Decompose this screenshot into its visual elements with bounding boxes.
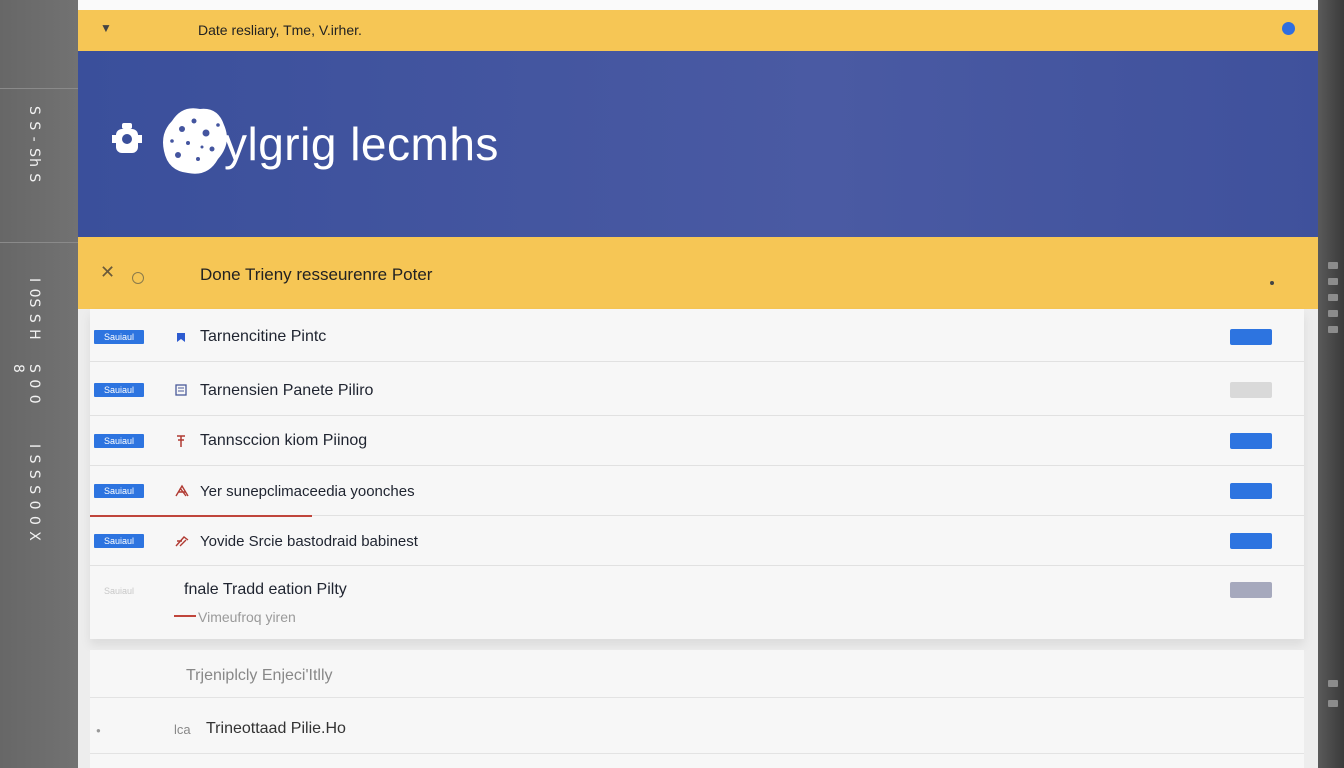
item-label: Yovide Srcie bastodraid babinest [200,533,418,550]
list-item[interactable]: Sauiaul Tannsccion kiom Piinog [90,416,1304,466]
pin-icon [174,434,188,448]
logo-mark-icon [163,108,227,174]
list-item[interactable]: Trjeniplcly Enjeci'Itlly [90,650,1304,698]
list-item[interactable]: Sauiaul Tarnensien Panete Piliro [90,362,1304,416]
scroll-knob[interactable] [1328,326,1338,333]
list-item[interactable]: Sauiaul Yer sunepclimaceedia yoonches [90,466,1304,517]
close-icon[interactable]: ✕ [100,263,115,281]
item-list: Sauiaul Tarnencitine Pintc Sauiaul Tarne… [90,309,1304,639]
toggle-switch[interactable] [1230,582,1272,598]
list-item[interactable]: Sauiaul Tarnencitine Pintc [90,309,1304,362]
scroll-knob[interactable] [1328,294,1338,301]
scroll-knob[interactable] [1328,278,1338,285]
item-label: Tarnencitine Pintc [200,328,327,345]
scroll-knob[interactable] [1328,700,1338,707]
item-tag: Sauiaul [94,383,144,397]
rail-label[interactable]: I 0S S H [22,278,42,354]
badge-icon [112,123,142,153]
item-sublabel: Vimeufroq yiren [198,609,296,625]
right-strip [1318,0,1344,768]
item-label: fnale Tradd eation Pilty [184,581,347,598]
item-label: Tarnensien Panete Piliro [200,382,374,399]
rail-divider [0,242,78,243]
rail-label[interactable]: S S - Sh S [22,106,42,230]
list-item[interactable]: ● lca Trineottaad Pilie.Ho [90,698,1304,754]
list-item[interactable]: Sauiaul Yovide Srcie bastodraid babinest [90,516,1304,566]
document-icon [174,383,188,397]
secondary-list: Trjeniplcly Enjeci'Itlly ● lca Trineotta… [90,650,1304,768]
hero-banner: ylgrig lecmhs [78,51,1318,237]
toggle-switch[interactable] [1230,533,1272,549]
item-label: Trineottaad Pilie.Ho [206,720,346,737]
brand-icon [174,534,189,548]
item-tag: Sauiaul [94,484,144,498]
page-title: ylgrig lecmhs [224,118,499,170]
scroll-knob[interactable] [1328,680,1338,687]
toggle-switch[interactable] [1230,483,1272,499]
top-edge [78,0,1318,10]
section-header: ✕ Done Trieny resseurenre Poter [78,237,1318,309]
brand-icon [174,484,189,498]
item-label: Tannsccion kiom Piinog [200,432,368,449]
list-item[interactable]: Sauiaul fnale Tradd eation Pilty Vimeufr… [90,566,1304,639]
bookmark-icon [174,330,188,344]
status-dot-icon[interactable] [1282,22,1295,35]
breadcrumb: Date resliary, Tme, V.irher. [198,22,362,38]
item-label: Yer sunepclimaceedia yoonches [200,483,415,500]
item-tag: Sauiaul [94,330,144,344]
item-tag: Sauiaul [103,586,135,596]
item-tag: Sauiaul [94,434,144,448]
main-panel: ▼ Date resliary, Tme, V.irher. ylgrig le… [78,0,1318,768]
toggle-switch[interactable] [1230,433,1272,449]
rail-label[interactable]: S 0 0 8 [10,364,42,414]
dot-icon: ● [96,726,101,735]
alert-underline [174,615,196,617]
rail-label[interactable]: I S S S 0 0 X [22,444,42,572]
item-label: Trjeniplcly Enjeci'Itlly [186,667,333,684]
rail-divider [0,88,78,89]
circle-icon[interactable] [132,272,144,284]
toggle-switch[interactable] [1230,382,1272,398]
toggle-switch[interactable] [1230,329,1272,345]
top-bar: ▼ Date resliary, Tme, V.irher. [78,10,1318,51]
item-prefix: lca [174,722,191,737]
scroll-knob[interactable] [1328,262,1338,269]
left-rail: S S - Sh S I 0S S H S 0 0 8 I S S S 0 0 … [0,0,78,768]
scroll-knob[interactable] [1328,310,1338,317]
menu-dot-icon[interactable] [1270,281,1274,285]
chevron-down-icon[interactable]: ▼ [100,21,112,35]
item-tag: Sauiaul [94,534,144,548]
section-title: Done Trieny resseurenre Poter [200,265,433,284]
